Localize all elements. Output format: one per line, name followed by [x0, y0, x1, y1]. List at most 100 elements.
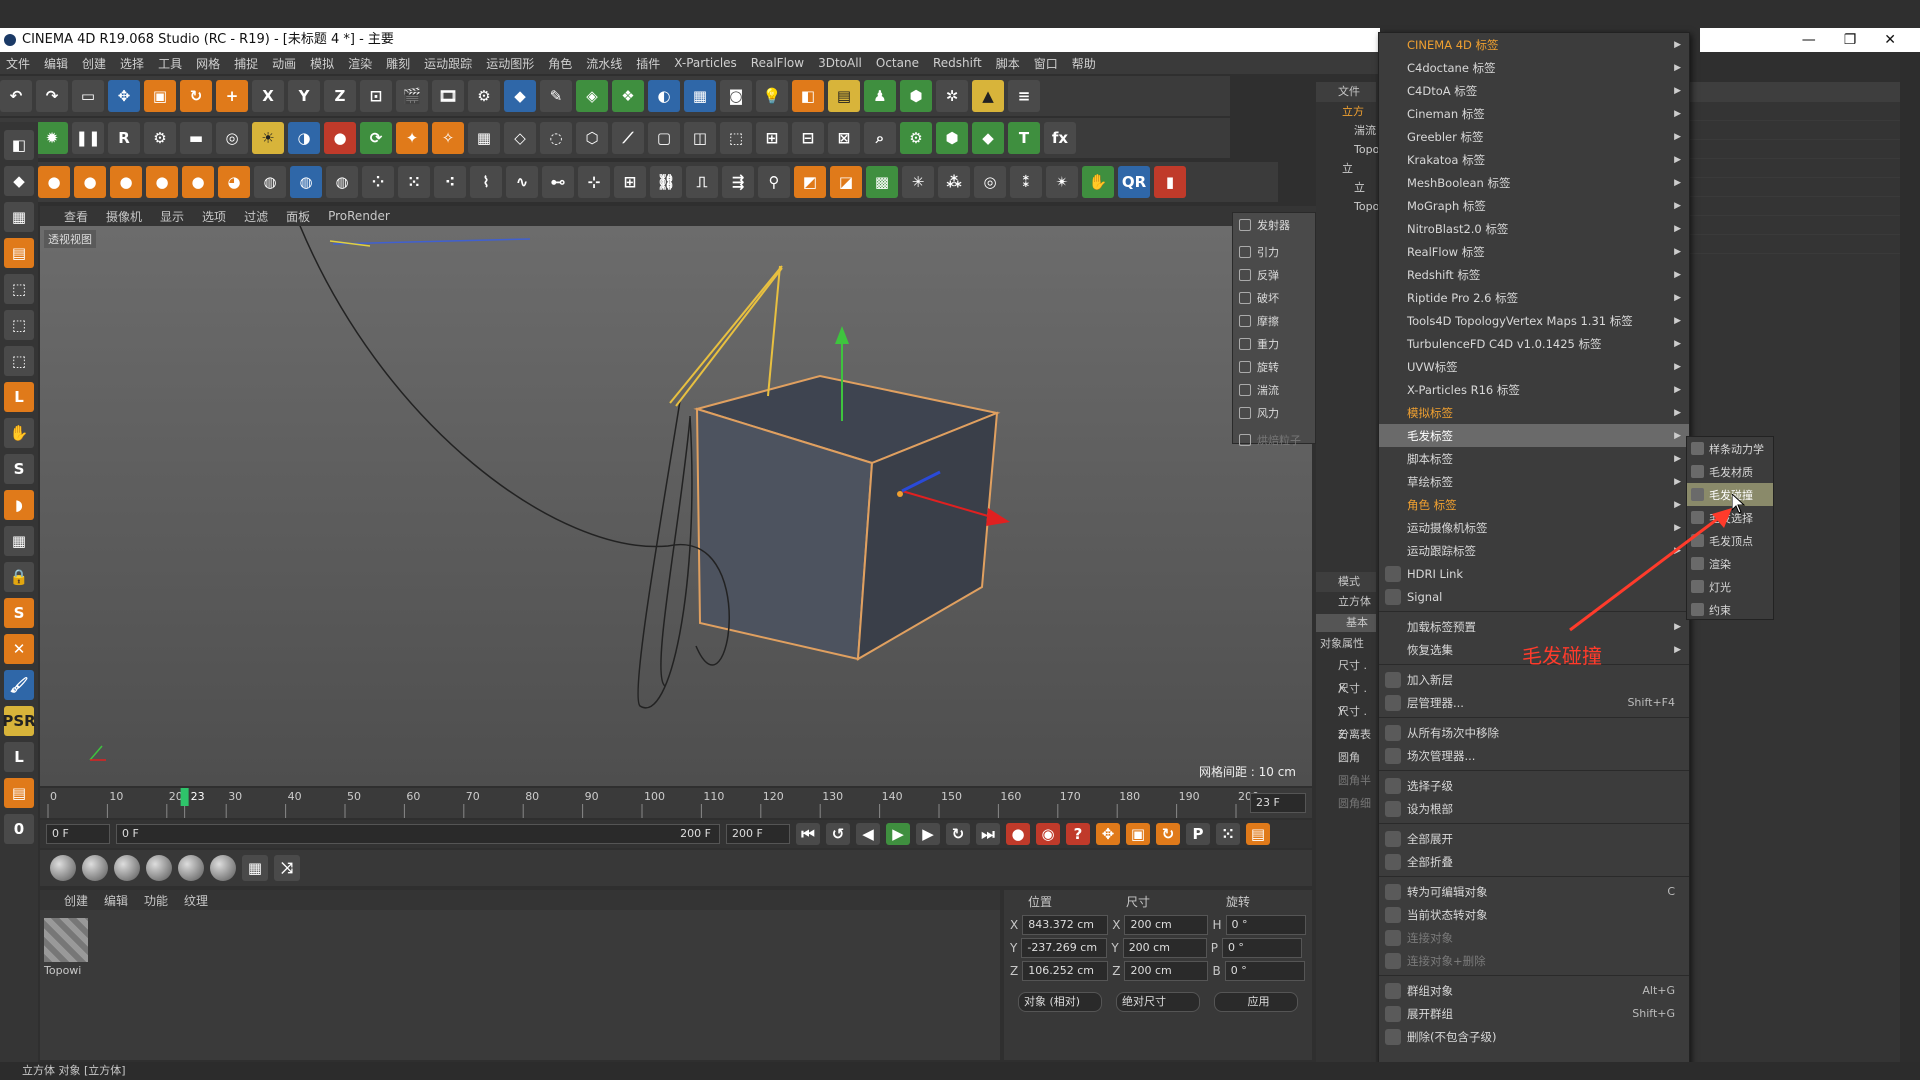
- modifier-item-1[interactable]: 引力: [1233, 240, 1315, 263]
- modifier-item-3[interactable]: 破坏: [1233, 286, 1315, 309]
- coord-mode-select[interactable]: 对象 (相对): [1018, 991, 1102, 1012]
- sphere2-icon[interactable]: ●: [74, 166, 106, 198]
- context-item-17[interactable]: 毛发标签 ▶: [1379, 424, 1689, 447]
- move-icon[interactable]: ✥: [108, 80, 140, 112]
- cluster-icon[interactable]: ⊹: [578, 166, 610, 198]
- rotation-field[interactable]: 0 °: [1225, 914, 1306, 935]
- context-item-8[interactable]: NitroBlast2.0 标签 ▶: [1379, 217, 1689, 240]
- tree-item-3[interactable]: 立: [1316, 159, 1376, 178]
- position-field[interactable]: -237.269 cm: [1021, 937, 1108, 958]
- tree-item-2[interactable]: Topo: [1316, 140, 1379, 159]
- cloth-icon[interactable]: ◩: [794, 166, 826, 198]
- render-view-icon[interactable]: 🎬: [396, 80, 428, 112]
- last-frame-icon[interactable]: ⏭: [976, 823, 1000, 845]
- perspective-viewport[interactable]: 透视视图 网格间距: 10 cm: [40, 226, 1312, 786]
- render-picture-icon[interactable]: 🎞: [432, 80, 464, 112]
- tree-item-5[interactable]: Topo: [1316, 197, 1379, 216]
- context-item-39[interactable]: 全部折叠: [1379, 850, 1689, 873]
- property-row-1[interactable]: 尺寸 . Y: [1316, 677, 1376, 718]
- property-row-6[interactable]: 圆角细: [1316, 792, 1376, 815]
- basic-tab[interactable]: 基本: [1316, 614, 1376, 632]
- material-thumbnail[interactable]: [44, 918, 88, 962]
- property-row-2[interactable]: 尺寸 . Z: [1316, 700, 1376, 741]
- effector-icon[interactable]: ✲: [936, 80, 968, 112]
- prev-key-icon[interactable]: ↺: [826, 823, 850, 845]
- viewport-menu-4[interactable]: 过滤: [244, 208, 268, 225]
- context-item-33[interactable]: 场次管理器...: [1379, 744, 1689, 767]
- file-tab[interactable]: 文件: [1316, 82, 1376, 102]
- modifier-item-2[interactable]: 反弹: [1233, 263, 1315, 286]
- context-item-35[interactable]: 选择子级: [1379, 774, 1689, 797]
- menu-6[interactable]: 捕捉: [234, 55, 258, 72]
- context-item-18[interactable]: 脚本标签 ▶: [1379, 447, 1689, 470]
- viewport-menu-6[interactable]: ProRender: [328, 209, 390, 223]
- layout-0-icon[interactable]: 0: [4, 814, 34, 844]
- mirror-icon[interactable]: ⊠: [828, 122, 860, 154]
- minimize-button[interactable]: —: [1802, 28, 1816, 52]
- material-ball-icon[interactable]: [50, 855, 76, 881]
- current-frame-field[interactable]: 23 F: [1250, 793, 1306, 813]
- modifier-item-0[interactable]: 发射器: [1233, 213, 1315, 236]
- viewport-menu-1[interactable]: 摄像机: [106, 208, 142, 225]
- menu-16[interactable]: X-Particles: [674, 56, 737, 70]
- context-item-3[interactable]: Cineman 标签 ▶: [1379, 102, 1689, 125]
- context-item-47[interactable]: 展开群组 Shift+G: [1379, 1002, 1689, 1025]
- menu-9[interactable]: 渲染: [348, 55, 372, 72]
- graph-icon[interactable]: ⌇: [470, 166, 502, 198]
- edges-mode-icon[interactable]: ⬚: [4, 310, 34, 340]
- property-row-5[interactable]: 圆角半: [1316, 769, 1376, 792]
- context-item-6[interactable]: MeshBoolean 标签 ▶: [1379, 171, 1689, 194]
- size-field[interactable]: 200 cm: [1122, 937, 1207, 958]
- scale-icon[interactable]: ▣: [144, 80, 176, 112]
- text-icon[interactable]: T: [1008, 122, 1040, 154]
- settings-icon[interactable]: ⚙: [144, 122, 176, 154]
- context-item-30[interactable]: 层管理器... Shift+F4: [1379, 691, 1689, 714]
- context-item-46[interactable]: 群组对象 Alt+G: [1379, 979, 1689, 1002]
- lock-icon[interactable]: 🔒: [4, 562, 34, 592]
- context-item-7[interactable]: MoGraph 标签 ▶: [1379, 194, 1689, 217]
- timeline-window-icon[interactable]: ▤: [1246, 823, 1270, 845]
- object-mode-icon[interactable]: ◆: [4, 166, 34, 196]
- context-item-11[interactable]: Riptide Pro 2.6 标签 ▶: [1379, 286, 1689, 309]
- timeline-icon[interactable]: ▤: [4, 778, 34, 808]
- context-item-0[interactable]: CINEMA 4D 标签 ▶: [1379, 33, 1689, 56]
- bake-icon[interactable]: ✦: [396, 122, 428, 154]
- checker-icon[interactable]: ▦: [242, 855, 268, 881]
- particles-icon[interactable]: ⁘: [362, 166, 394, 198]
- qr-icon[interactable]: QR: [1118, 166, 1150, 198]
- material-tab-3[interactable]: 纹理: [184, 892, 208, 909]
- floor-icon[interactable]: ▦: [684, 80, 716, 112]
- tree-item-0[interactable]: 立方: [1316, 102, 1376, 121]
- particles2-icon[interactable]: ⁙: [398, 166, 430, 198]
- context-item-32[interactable]: 从所有场次中移除: [1379, 721, 1689, 744]
- face-icon[interactable]: ▢: [648, 122, 680, 154]
- target-icon[interactable]: ◎: [216, 122, 248, 154]
- modifier-item-6[interactable]: 旋转: [1233, 355, 1315, 378]
- globe-icon[interactable]: ◍: [290, 166, 322, 198]
- fx-icon[interactable]: fx: [1044, 122, 1076, 154]
- menu-7[interactable]: 动画: [272, 55, 296, 72]
- context-item-48[interactable]: 删除(不包含子级): [1379, 1025, 1689, 1048]
- menu-8[interactable]: 模拟: [310, 55, 334, 72]
- texture-mode-icon[interactable]: ▦: [4, 202, 34, 232]
- context-item-15[interactable]: X-Particles R16 标签 ▶: [1379, 378, 1689, 401]
- pen-icon[interactable]: ✎: [540, 80, 572, 112]
- pause-icon[interactable]: ❚❚: [72, 122, 104, 154]
- auto-key-icon[interactable]: ◉: [1036, 823, 1060, 845]
- swirl-icon[interactable]: ◎: [974, 166, 1006, 198]
- subdivision-icon[interactable]: ◈: [576, 80, 608, 112]
- next-key-icon[interactable]: ↻: [946, 823, 970, 845]
- points-mode-icon[interactable]: ⬚: [4, 274, 34, 304]
- prev-frame-icon[interactable]: ◀: [856, 823, 880, 845]
- redo-icon[interactable]: ↷: [36, 80, 68, 112]
- context-item-5[interactable]: Krakatoa 标签 ▶: [1379, 148, 1689, 171]
- menu-22[interactable]: 窗口: [1034, 55, 1058, 72]
- render-settings-icon[interactable]: ⚙: [468, 80, 500, 112]
- hair-submenu-item-1[interactable]: 毛发材质: [1687, 460, 1773, 483]
- weld-icon[interactable]: ⊟: [792, 122, 824, 154]
- menu-10[interactable]: 雕刻: [386, 55, 410, 72]
- forces-icon[interactable]: ⇶: [722, 166, 754, 198]
- wire-sphere-icon[interactable]: ◍: [254, 166, 286, 198]
- menu-0[interactable]: 文件: [6, 55, 30, 72]
- cycle-icon[interactable]: ⟳: [360, 122, 392, 154]
